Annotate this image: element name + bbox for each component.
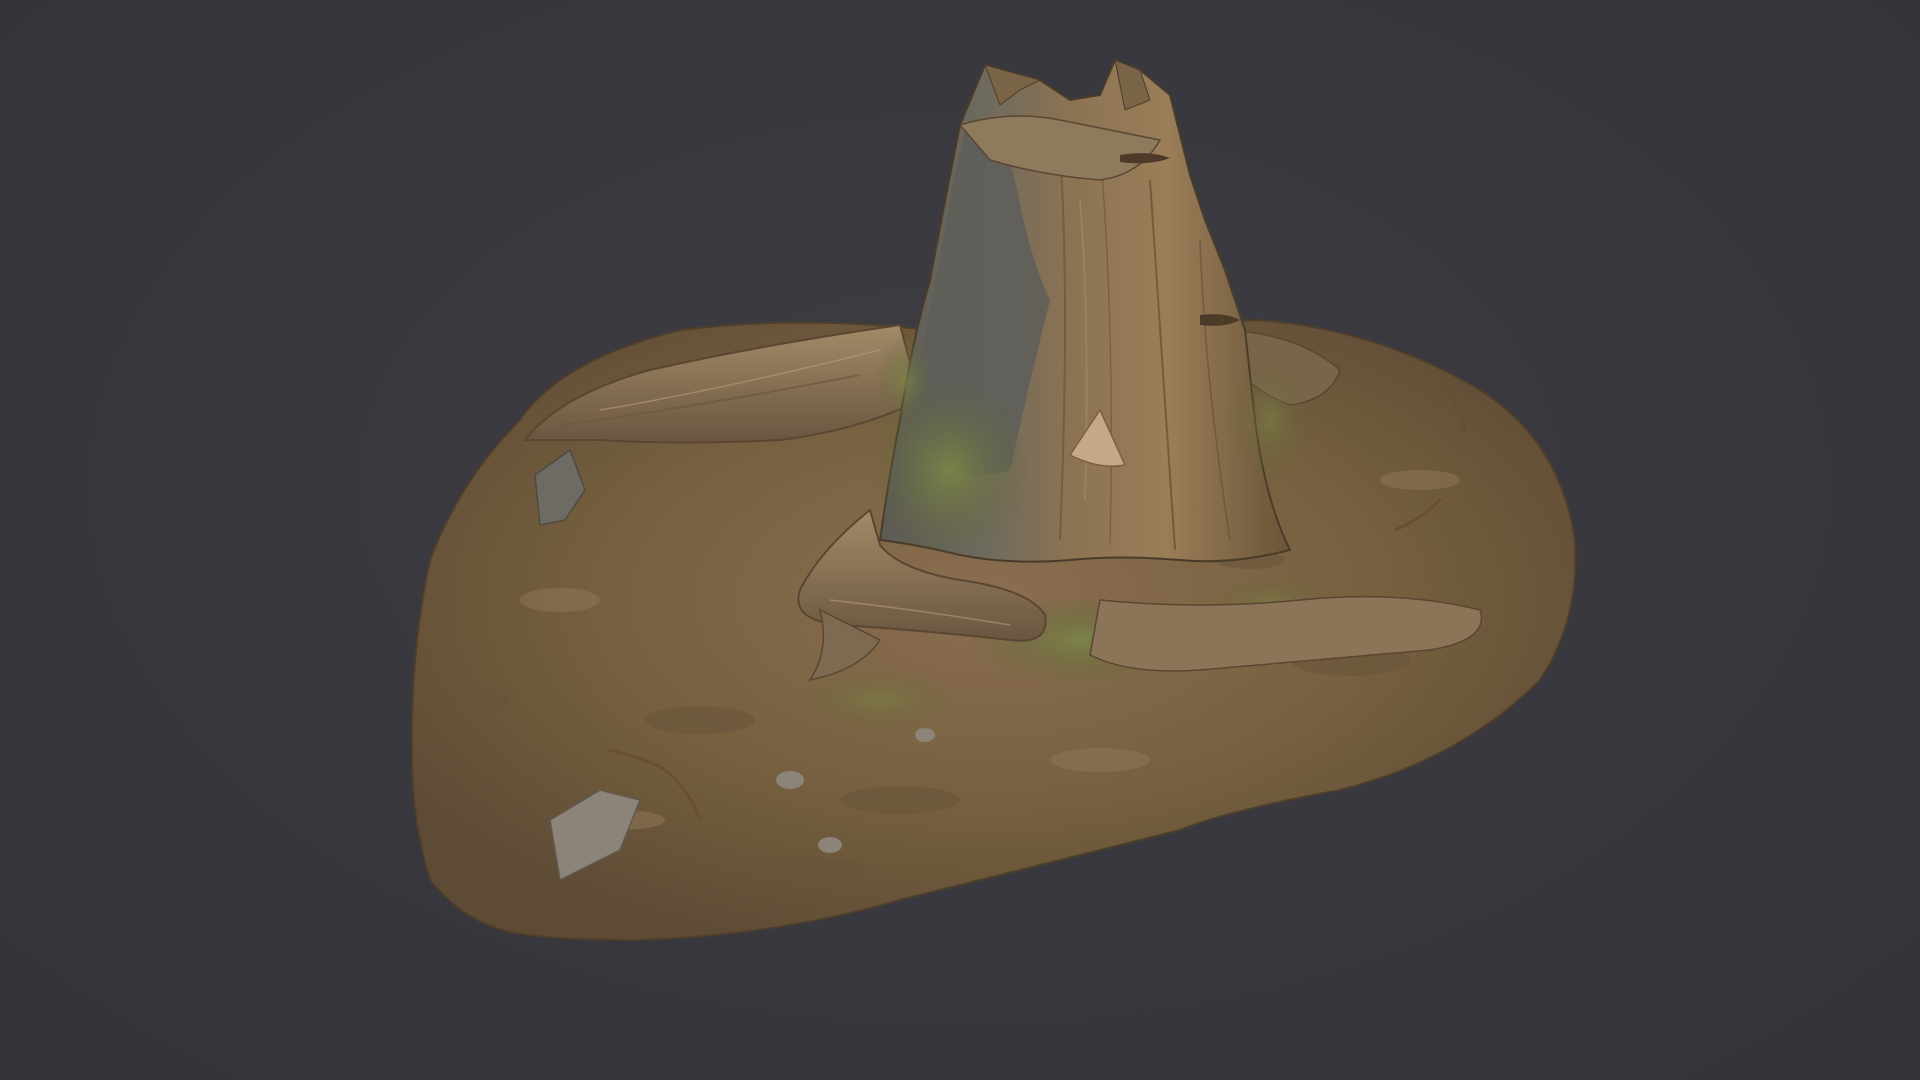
3d-viewport[interactable] [0,0,1920,1080]
stump-model[interactable] [0,0,1920,1080]
